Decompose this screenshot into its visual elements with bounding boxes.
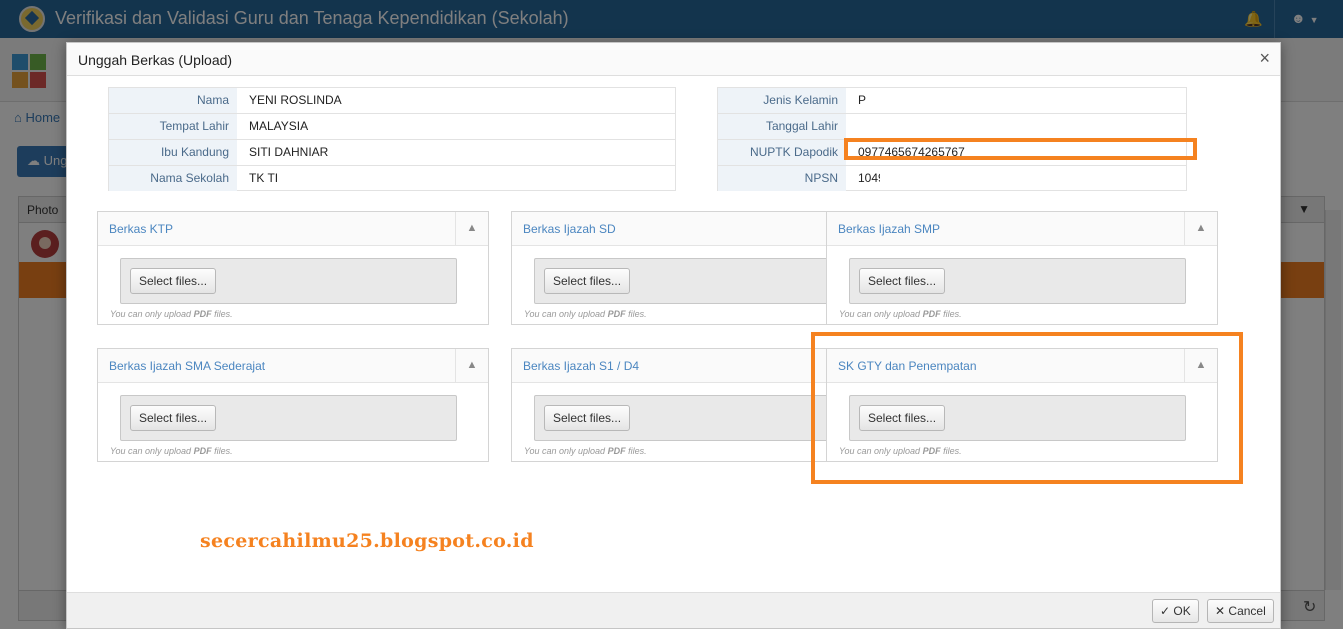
dialog-header: Unggah Berkas (Upload) × bbox=[67, 43, 1280, 76]
label-tanggal-lahir: Tanggal Lahir bbox=[718, 114, 846, 139]
identity-table-right: Jenis Kelamin P Tanggal Lahir NUPTK Dapod… bbox=[717, 87, 1187, 191]
close-icon: ✕ bbox=[1215, 604, 1226, 618]
label-nama-sekolah: Nama Sekolah bbox=[109, 166, 237, 191]
upload-dropzone[interactable]: Select files... bbox=[120, 395, 457, 441]
upload-hint: You can only upload PDF files. bbox=[839, 446, 962, 456]
label-npsn: NPSN bbox=[718, 166, 846, 191]
select-files-button[interactable]: Select files... bbox=[544, 405, 631, 431]
upload-hint: You can only upload PDF files. bbox=[110, 446, 233, 456]
panel-title: Berkas KTP bbox=[109, 222, 174, 236]
close-icon[interactable]: × bbox=[1259, 48, 1270, 69]
upload-dropzone[interactable]: Select files... bbox=[534, 258, 871, 304]
select-files-button[interactable]: Select files... bbox=[130, 405, 217, 431]
label-nama: Nama bbox=[109, 88, 237, 113]
label-ibu-kandung: Ibu Kandung bbox=[109, 140, 237, 165]
chevron-up-icon[interactable]: ▲ bbox=[1184, 349, 1217, 382]
value-nama-sekolah: TK TI bbox=[249, 171, 279, 185]
panel-title: Berkas Ijazah S1 / D4 bbox=[523, 359, 640, 373]
ok-button[interactable]: ✓ OK bbox=[1152, 599, 1199, 623]
panel-title: Berkas Ijazah SD bbox=[523, 222, 616, 236]
upload-hint: You can only upload PDF files. bbox=[839, 309, 962, 319]
chevron-up-icon[interactable]: ▲ bbox=[1184, 212, 1217, 245]
panel-title: Berkas Ijazah SMA Sederajat bbox=[109, 359, 266, 373]
label-tempat-lahir: Tempat Lahir bbox=[109, 114, 237, 139]
chevron-up-icon[interactable]: ▲ bbox=[455, 212, 488, 245]
value-jenis-kelamin: P bbox=[858, 93, 867, 107]
panel-title: SK GTY dan Penempatan bbox=[838, 359, 977, 373]
upload-hint: You can only upload PDF files. bbox=[110, 309, 233, 319]
upload-dropzone[interactable]: Select files... bbox=[120, 258, 457, 304]
upload-hint: You can only upload PDF files. bbox=[524, 446, 647, 456]
label-jenis-kelamin: Jenis Kelamin bbox=[718, 88, 846, 113]
upload-dropzone[interactable]: Select files... bbox=[849, 395, 1186, 441]
dialog-title: Unggah Berkas (Upload) bbox=[78, 52, 233, 68]
dialog-footer: ✓ OK ✕ Cancel bbox=[67, 592, 1280, 628]
ok-label: OK bbox=[1173, 604, 1191, 618]
cancel-button[interactable]: ✕ Cancel bbox=[1207, 599, 1274, 623]
select-files-button[interactable]: Select files... bbox=[544, 268, 631, 294]
value-nama: YENI ROSLINDA bbox=[249, 93, 342, 107]
chevron-up-icon[interactable]: ▲ bbox=[455, 349, 488, 382]
select-files-button[interactable]: Select files... bbox=[859, 268, 946, 294]
label-nuptk: NUPTK Dapodik bbox=[718, 140, 846, 165]
value-tanggal-lahir bbox=[848, 114, 1148, 139]
check-icon: ✓ bbox=[1160, 604, 1171, 618]
upload-hint: You can only upload PDF files. bbox=[524, 309, 647, 319]
select-files-button[interactable]: Select files... bbox=[130, 268, 217, 294]
panel-sk-gty: SK GTY dan Penempatan ▲ Select files... Y… bbox=[826, 348, 1218, 462]
upload-dropzone[interactable]: Select files... bbox=[849, 258, 1186, 304]
cancel-label: Cancel bbox=[1228, 604, 1266, 618]
select-files-button[interactable]: Select files... bbox=[859, 405, 946, 431]
panel-berkas-ijazah-sma: Berkas Ijazah SMA Sederajat ▲ Select file… bbox=[97, 348, 489, 462]
panel-berkas-ktp: Berkas KTP ▲ Select files... You can only… bbox=[97, 211, 489, 325]
upload-dialog: Unggah Berkas (Upload) × Nama YENI ROSLIN… bbox=[66, 42, 1281, 629]
upload-dropzone[interactable]: Select files... bbox=[534, 395, 871, 441]
value-ibu-kandung: SITI DAHNIAR bbox=[249, 145, 329, 159]
blog-watermark: secercahilmu25.blogspot.co.id bbox=[200, 530, 534, 552]
identity-table-left: Nama YENI ROSLINDA Tempat Lahir MALAYSIA I… bbox=[108, 87, 676, 191]
panel-berkas-ijazah-smp: Berkas Ijazah SMP ▲ Select files... You c… bbox=[826, 211, 1218, 325]
value-npsn: 1049 bbox=[858, 171, 880, 185]
value-tempat-lahir: MALAYSIA bbox=[249, 119, 309, 133]
panel-title: Berkas Ijazah SMP bbox=[838, 222, 941, 236]
value-nuptk: 0977465674265767 bbox=[858, 145, 965, 159]
